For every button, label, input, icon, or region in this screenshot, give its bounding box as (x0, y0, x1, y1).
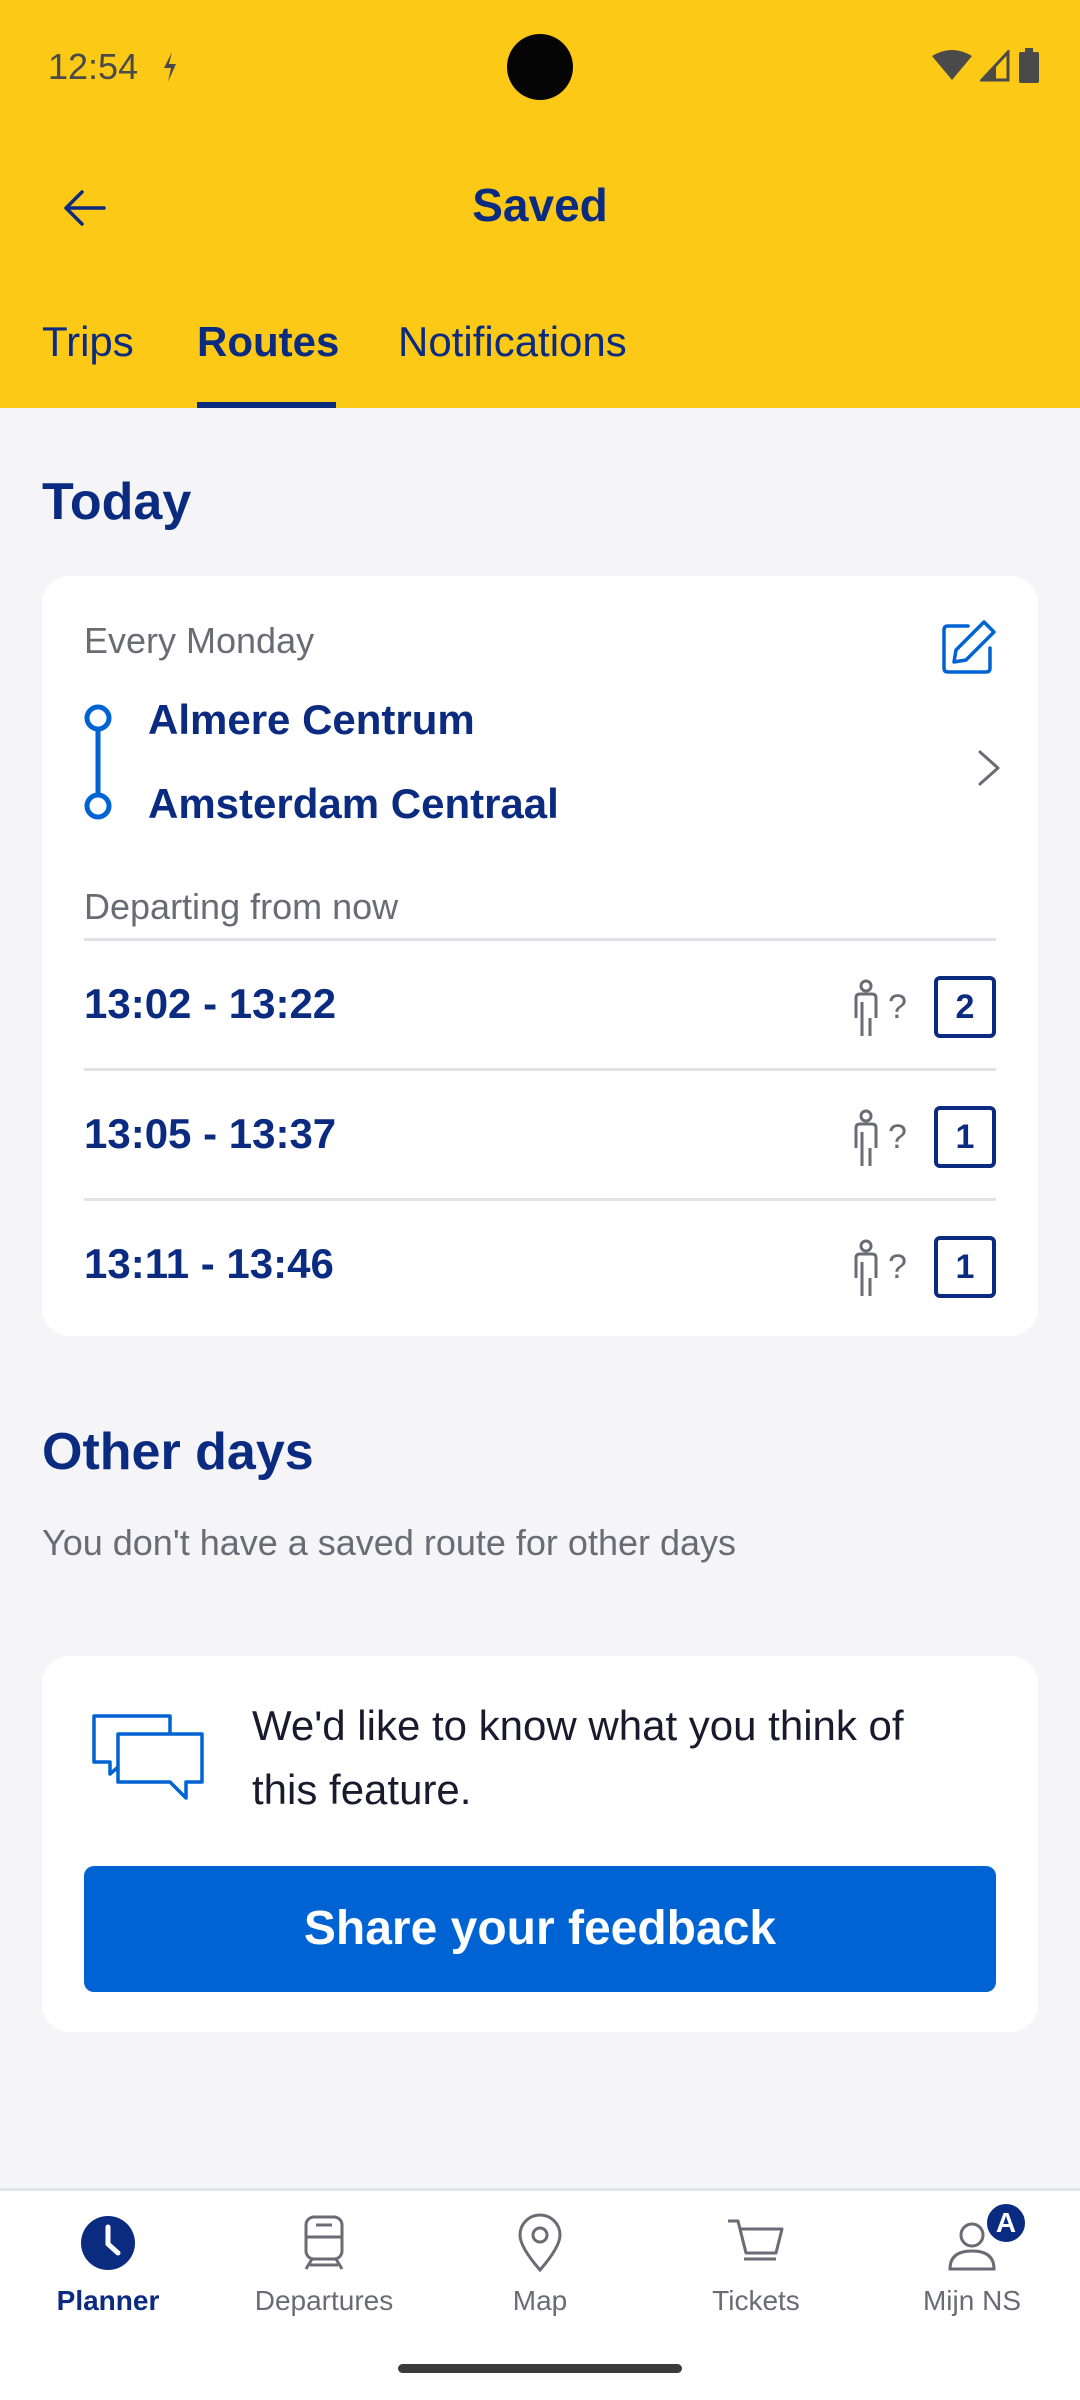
train-icon (304, 2215, 344, 2270)
edit-icon[interactable] (938, 618, 998, 678)
tab-routes[interactable]: Routes (197, 318, 339, 366)
trip-time: 13:05 - 13:37 (84, 1110, 337, 1157)
chat-bubbles-icon (92, 1714, 204, 1800)
trip-row[interactable]: 13:11 - 13:46 ? 1 (84, 1202, 996, 1330)
page-title: Saved (472, 179, 608, 231)
shopping-cart-icon (728, 2219, 784, 2261)
departing-label: Departing from now (84, 886, 399, 927)
crowd-unknown-icon: ? (850, 978, 910, 1043)
tab-trips[interactable]: Trips (42, 318, 134, 366)
trip-row[interactable]: 13:02 - 13:22 ? 2 (84, 942, 996, 1070)
status-time: 12:54 (48, 46, 139, 87)
nav-label: Planner (56, 2285, 160, 2316)
crowd-unknown-icon: ? (850, 1238, 910, 1303)
share-feedback-button[interactable]: Share your feedback (84, 1866, 996, 1992)
nav-tickets[interactable]: Tickets (648, 2191, 864, 2361)
feedback-prompt: We'd like to know what you think of this… (252, 1702, 904, 1813)
nav-mijn-ns[interactable]: A Mijn NS (864, 2191, 1080, 2361)
platform-badge: 1 (934, 1106, 996, 1168)
nav-label: Mijn NS (922, 2285, 1021, 2316)
trip-time: 13:02 - 13:22 (84, 980, 337, 1027)
camera-cutout (507, 34, 573, 100)
saved-route-card[interactable]: Every Monday Almere Centrum Amsterdam Ce… (42, 576, 1038, 1336)
account-badge: A (984, 2201, 1028, 2245)
crowd-unknown-mark: ? (888, 988, 907, 1026)
no-saved-route-message: You don't have a saved route for other d… (42, 1522, 737, 1563)
nav-label: Map (512, 2285, 568, 2316)
section-title-today: Today (42, 473, 192, 531)
feedback-card: We'd like to know what you think of this… (42, 1656, 1038, 2032)
nav-departures[interactable]: Departures (216, 2191, 432, 2361)
divider (84, 1068, 996, 1071)
divider (84, 1198, 996, 1201)
route-line-icon (84, 704, 112, 820)
app-header: 12:54 Saved Trips Routes Notifications (0, 0, 1080, 408)
trip-row[interactable]: 13:05 - 13:37 ? 1 (84, 1072, 996, 1200)
nav-map[interactable]: Map (432, 2191, 648, 2361)
crowd-unknown-mark: ? (888, 1118, 907, 1156)
active-tab-indicator (197, 402, 336, 408)
destination-station: Amsterdam Centraal (148, 780, 559, 827)
location-pin-icon (518, 2213, 562, 2273)
crowd-unknown-mark: ? (888, 1248, 907, 1286)
signal-icon (980, 50, 1010, 82)
section-title-other-days: Other days (42, 1423, 314, 1481)
platform-badge: 1 (934, 1236, 996, 1298)
clock-icon (81, 2216, 135, 2270)
tab-notifications[interactable]: Notifications (398, 318, 627, 366)
crowd-unknown-icon: ? (850, 1108, 910, 1173)
nav-planner[interactable]: Planner (0, 2191, 216, 2361)
nav-label: Tickets (712, 2285, 800, 2316)
tab-bar: Trips Routes Notifications (0, 300, 1080, 408)
data-saver-icon (160, 50, 180, 89)
wifi-icon (932, 50, 972, 80)
nav-label: Departures (254, 2285, 394, 2316)
trip-time: 13:11 - 13:46 (84, 1240, 334, 1287)
status-icons (932, 48, 1040, 84)
platform-badge: 2 (934, 976, 996, 1038)
home-indicator[interactable] (398, 2364, 682, 2373)
status-bar: 12:54 (0, 0, 1080, 136)
divider (84, 938, 996, 941)
battery-icon (1019, 48, 1039, 83)
chevron-right-icon[interactable] (976, 748, 1002, 788)
origin-station: Almere Centrum (148, 696, 475, 743)
recurrence-label: Every Monday (84, 620, 315, 661)
